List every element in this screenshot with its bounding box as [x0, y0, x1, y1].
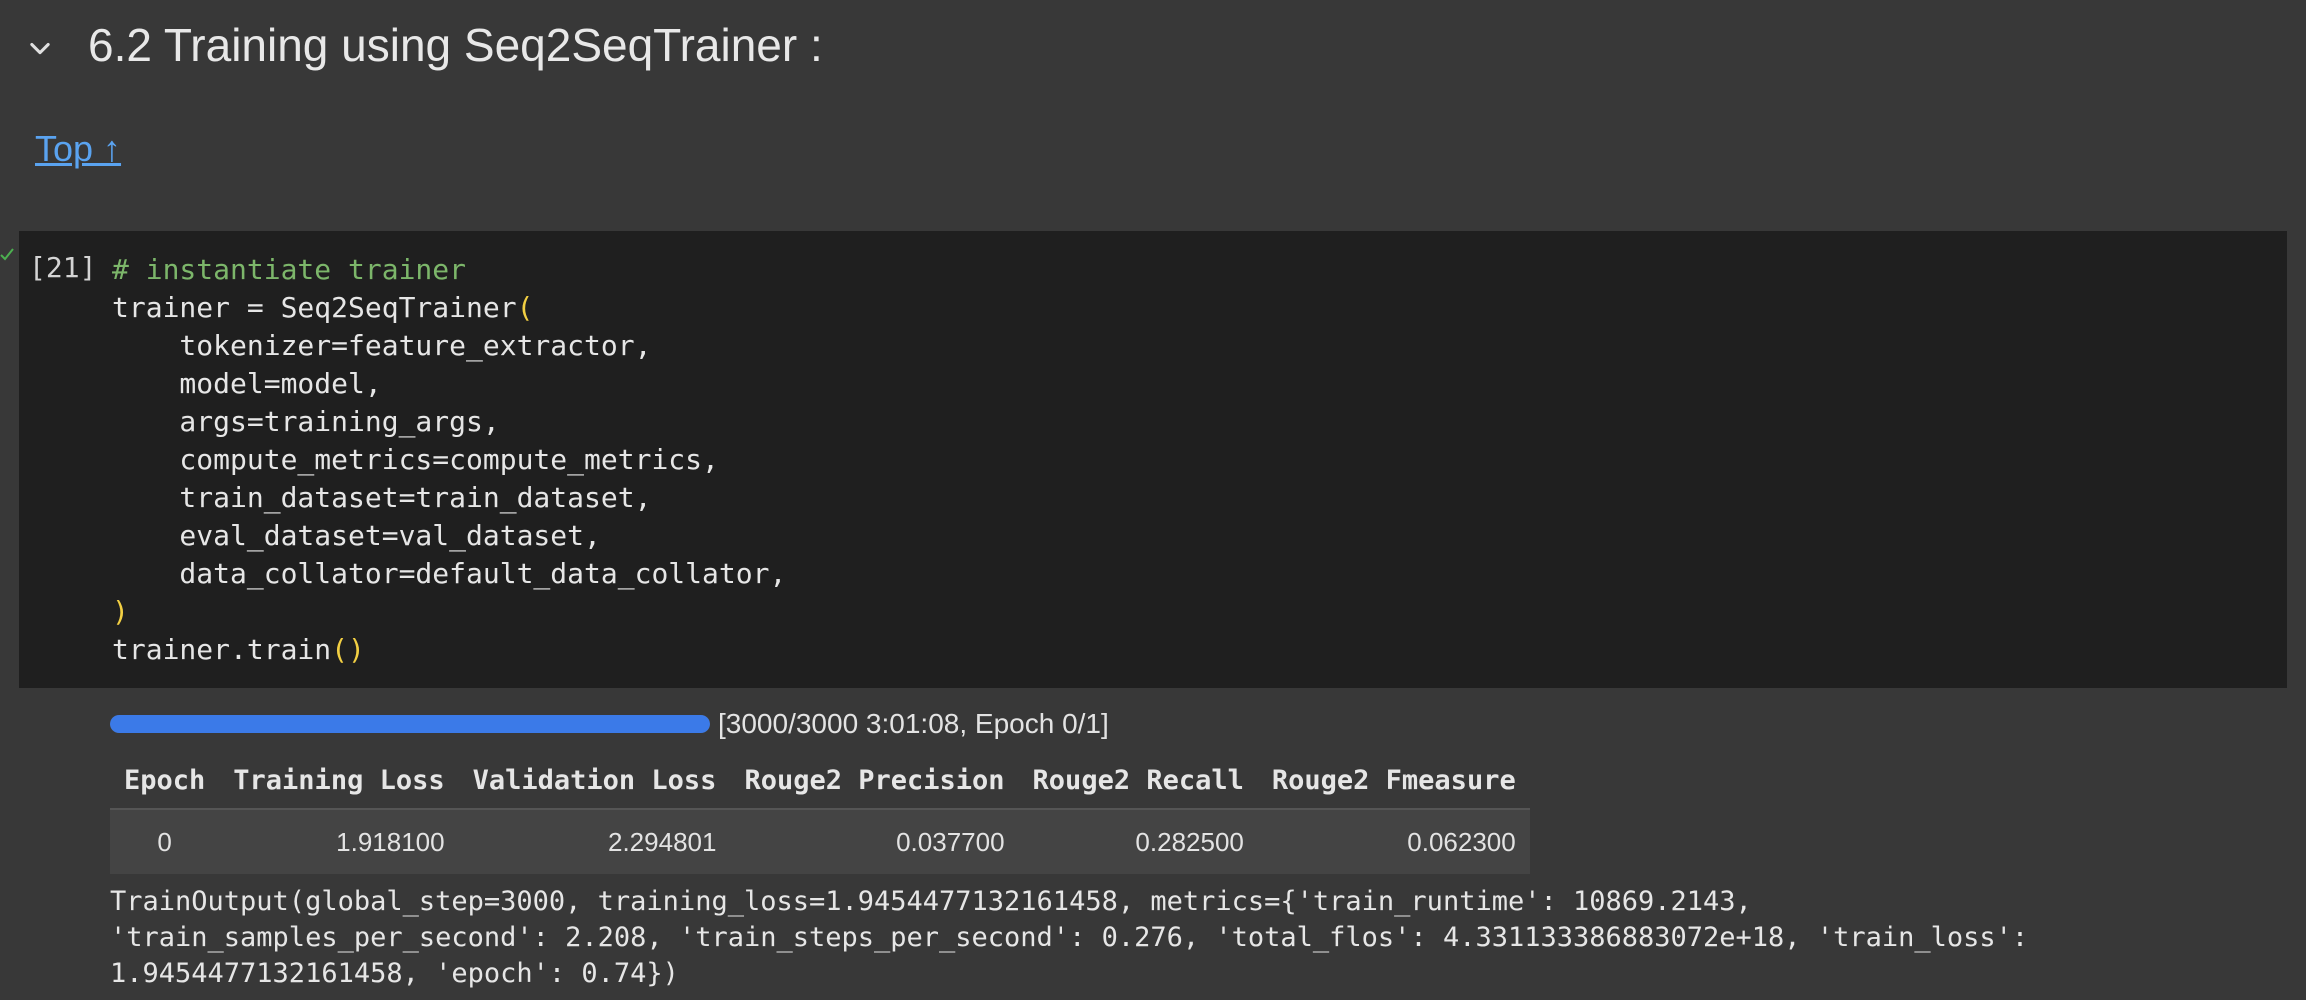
code-text: # instantiate trainer: [112, 253, 467, 286]
code-line: data_collator=default_data_collator,: [112, 555, 786, 593]
code-paren: (): [331, 633, 365, 666]
code-text: trainer = Seq2SeqTrainer: [112, 291, 517, 324]
output-line: TrainOutput(global_step=3000, training_l…: [110, 886, 1752, 917]
code-line: eval_dataset=val_dataset,: [112, 517, 786, 555]
progress-label: [3000/3000 3:01:08, Epoch 0/1]: [718, 708, 1109, 739]
table-cell: 0: [110, 809, 220, 874]
table-header-cell: Training Loss: [219, 752, 459, 810]
progress-bar: [110, 715, 710, 733]
table-cell: 1.918100: [219, 809, 459, 874]
output-line: 'train_samples_per_second': 2.208, 'trai…: [110, 922, 2029, 953]
code-line: args=training_args,: [112, 403, 786, 441]
code-line: model=model,: [112, 365, 786, 403]
train-output-text: TrainOutput(global_step=3000, training_l…: [110, 884, 2028, 992]
table-body: 0 1.918100 2.294801 0.037700 0.282500 0.06230…: [110, 809, 1530, 874]
code-text: tokenizer=feature_extractor,: [112, 329, 652, 362]
table-cell: 2.294801: [458, 809, 731, 874]
training-results-table: Epoch Training Loss Validation Loss Rouge2 …: [110, 752, 1530, 874]
code-line: compute_metrics=compute_metrics,: [112, 441, 786, 479]
section-header: 6.2 Training using Seq2SeqTrainer :: [0, 0, 2306, 96]
code-paren: (: [516, 291, 534, 324]
table-cell: 0.282500: [1018, 809, 1258, 874]
code-text: model=model,: [112, 367, 382, 400]
code-text: eval_dataset=val_dataset,: [112, 519, 601, 552]
progress-row: [3000/3000 3:01:08, Epoch 0/1]: [110, 708, 1109, 740]
table-header-cell: Validation Loss: [458, 752, 731, 810]
table-cell: 0.062300: [1257, 809, 1530, 874]
table-header-cell: Epoch: [110, 752, 220, 810]
output-line: 1.9454477132161458, 'epoch': 0.74}): [110, 958, 679, 989]
table-header-cell: Rouge2 Recall: [1018, 752, 1258, 810]
cell-status: [0, 245, 14, 295]
code-line: # instantiate trainer: [112, 251, 786, 289]
top-link[interactable]: Top ↑: [35, 128, 121, 170]
code-text: trainer.train: [112, 633, 332, 666]
chevron-down-icon: [30, 42, 50, 55]
code-line: train_dataset=train_dataset,: [112, 479, 786, 517]
code-line: trainer.train(): [112, 631, 786, 669]
collapse-section-button[interactable]: [22, 30, 58, 66]
code-paren: ): [112, 595, 129, 628]
table-header-row: Epoch Training Loss Validation Loss Rouge2 …: [110, 752, 1530, 810]
code-line: tokenizer=feature_extractor,: [112, 327, 786, 365]
code-line: ): [112, 593, 786, 631]
table-row: 0 1.918100 2.294801 0.037700 0.282500 0.06230…: [110, 809, 1530, 874]
code-text: train_dataset=train_dataset,: [112, 481, 652, 514]
code-cell[interactable]: [21] # instantiate trainer trainer = Seq2…: [19, 231, 2287, 688]
execution-count[interactable]: [21]: [29, 251, 96, 284]
code-text: data_collator=default_data_collator,: [112, 557, 787, 590]
table-header-cell: Rouge2 Precision: [730, 752, 1019, 810]
code-line: trainer = Seq2SeqTrainer(: [112, 289, 786, 327]
code-text: args=training_args,: [112, 405, 500, 438]
section-title: 6.2 Training using Seq2SeqTrainer :: [88, 19, 823, 71]
progress-fill: [110, 715, 710, 733]
table-cell: 0.037700: [730, 809, 1019, 874]
notebook-page: 6.2 Training using Seq2SeqTrainer : Top …: [0, 0, 2306, 1000]
code-editor[interactable]: # instantiate trainer trainer = Seq2SeqTr…: [112, 251, 786, 669]
table-header-cell: Rouge2 Fmeasure: [1257, 752, 1530, 810]
code-text: compute_metrics=compute_metrics,: [112, 443, 719, 476]
check-icon: [0, 248, 14, 261]
